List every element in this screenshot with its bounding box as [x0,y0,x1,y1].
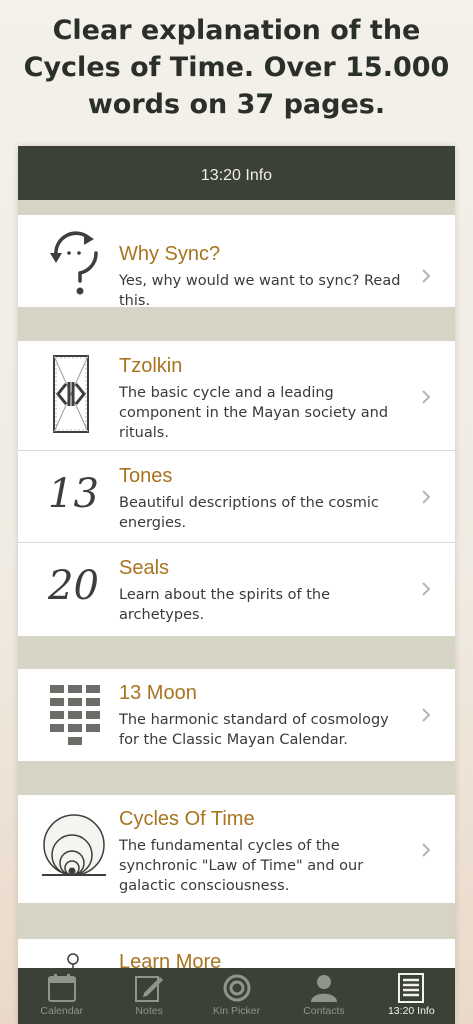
navbar-title: 13:20 Info [200,167,273,184]
notes-icon [135,976,164,1002]
seals-number-icon: 20 [48,563,99,609]
chevron-right-icon [422,843,431,857]
calendar-icon [47,974,76,1002]
tab-bar: Calendar Notes Kin Picker Contacts 13:20… [18,968,455,1024]
group-learn-more: Learn More [18,939,455,968]
headline: Clear explanation of the Cycles of Time.… [23,15,450,120]
row-title: 13 Moon [119,682,197,704]
tab-notes[interactable]: Notes [105,968,192,1024]
tab-label: Contacts [303,1005,345,1017]
info-list[interactable]: Why Sync? Yes, why would we want to sync… [18,200,455,968]
sync-question-icon [50,231,98,295]
row-cycles-of-time[interactable]: Cycles Of Time The fundamental cycles of… [18,795,455,903]
chevron-right-icon [422,490,431,504]
row-description: Learn about the spirits of the archetype… [119,587,330,623]
row-seals[interactable]: 20 Seals Learn about the spirits of the … [18,543,455,636]
row-title: Learn More [119,951,222,968]
tones-number-icon: 13 [48,471,99,517]
row-title: Seals [119,557,170,579]
group-tzolkin: Tzolkin The basic cycle and a leading co… [18,341,455,636]
chevron-right-icon [422,269,431,283]
tab-label: Calendar [40,1005,84,1017]
row-13-moon[interactable]: 13 Moon The harmonic standard of cosmolo… [18,669,455,761]
info-list-icon [398,973,425,1003]
contacts-icon [310,975,337,1002]
row-description: The harmonic standard of cosmology for t… [119,712,389,748]
row-title: Tzolkin [119,355,183,377]
tab-label: 13:20 Info [387,1005,435,1017]
tab-label: Notes [135,1005,163,1017]
row-title: Cycles Of Time [119,808,255,830]
row-description: Beautiful descriptions of the cosmic ene… [119,495,379,531]
calendar-grid-icon [50,685,100,745]
tab-calendar[interactable]: Calendar [18,968,105,1024]
tab-kin-picker[interactable]: Kin Picker [193,968,280,1024]
row-tones[interactable]: 13 Tones Beautiful descriptions of the c… [18,451,455,543]
row-learn-more[interactable]: Learn More [18,939,455,968]
tab-contacts[interactable]: Contacts [280,968,367,1024]
chevron-right-icon [422,582,431,596]
tzolkin-glyph-icon [53,355,89,433]
row-description: Yes, why would we want to sync? Read thi… [119,273,401,309]
navigation-bar: 13:20 Info [18,146,455,200]
chevron-right-icon [422,390,431,404]
chevron-right-icon [422,708,431,722]
row-title: Tones [119,465,173,487]
group-cycles-of-time: Cycles Of Time The fundamental cycles of… [18,795,455,903]
kin-picker-icon [223,974,251,1002]
row-why-sync[interactable]: Why Sync? Yes, why would we want to sync… [18,215,455,309]
row-description: The fundamental cycles of the synchronic… [119,838,364,894]
row-title: Why Sync? [119,243,221,265]
row-description: The basic cycle and a leading component … [119,385,389,441]
group-why-sync: Why Sync? Yes, why would we want to sync… [18,215,455,309]
app-screen: 13:20 Info Why Sync? Yes, why would we w… [18,146,455,1024]
pin-icon [67,953,79,968]
group-13-moon: 13 Moon The harmonic standard of cosmolo… [18,669,455,761]
nested-circles-icon [42,814,106,876]
tab-label: Kin Picker [212,1005,261,1017]
row-tzolkin[interactable]: Tzolkin The basic cycle and a leading co… [18,341,455,451]
tab-13-20-info[interactable]: 13:20 Info [368,968,455,1024]
